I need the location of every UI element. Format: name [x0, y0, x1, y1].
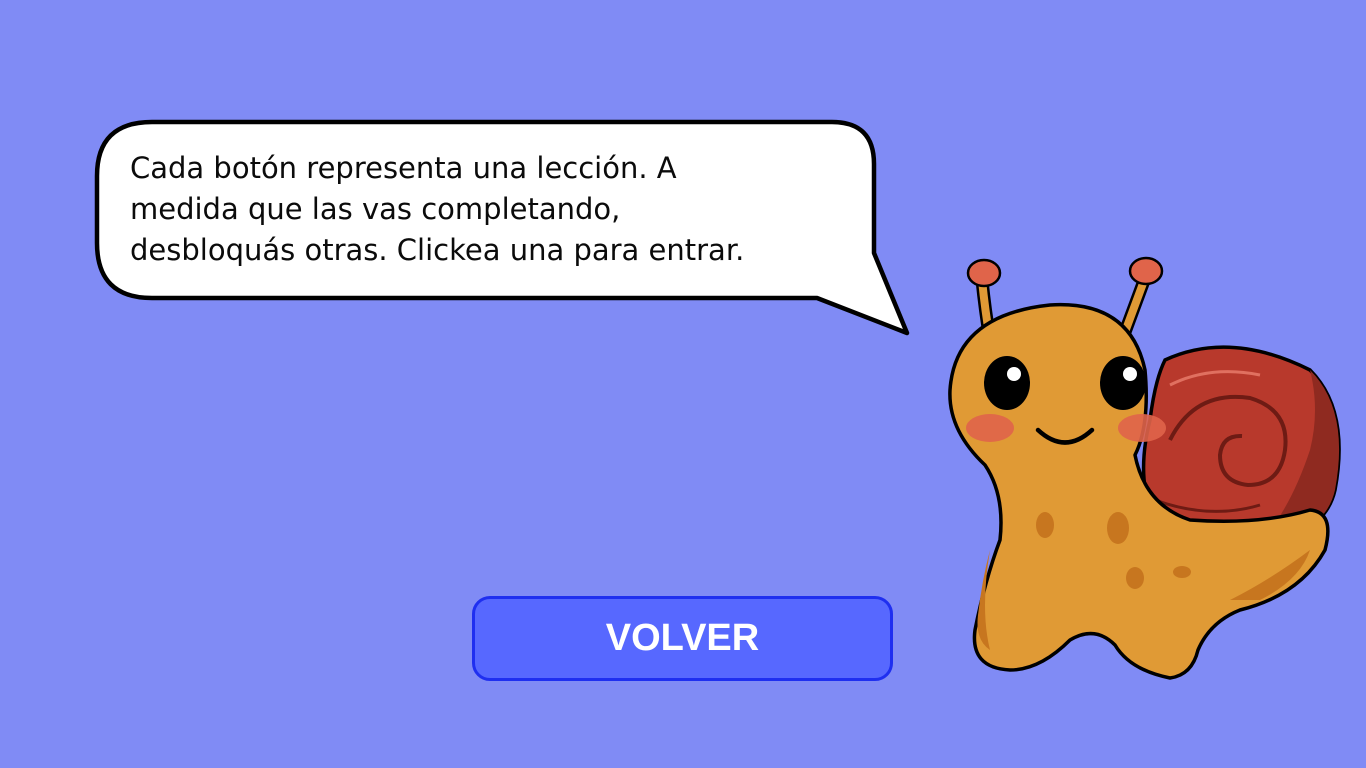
speech-bubble: Cada botón representa una lección. A med… — [92, 118, 917, 340]
back-button[interactable]: VOLVER — [472, 596, 893, 681]
dialog-text: Cada botón representa una lección. A med… — [130, 151, 745, 267]
snail-mascot-icon — [930, 250, 1350, 690]
